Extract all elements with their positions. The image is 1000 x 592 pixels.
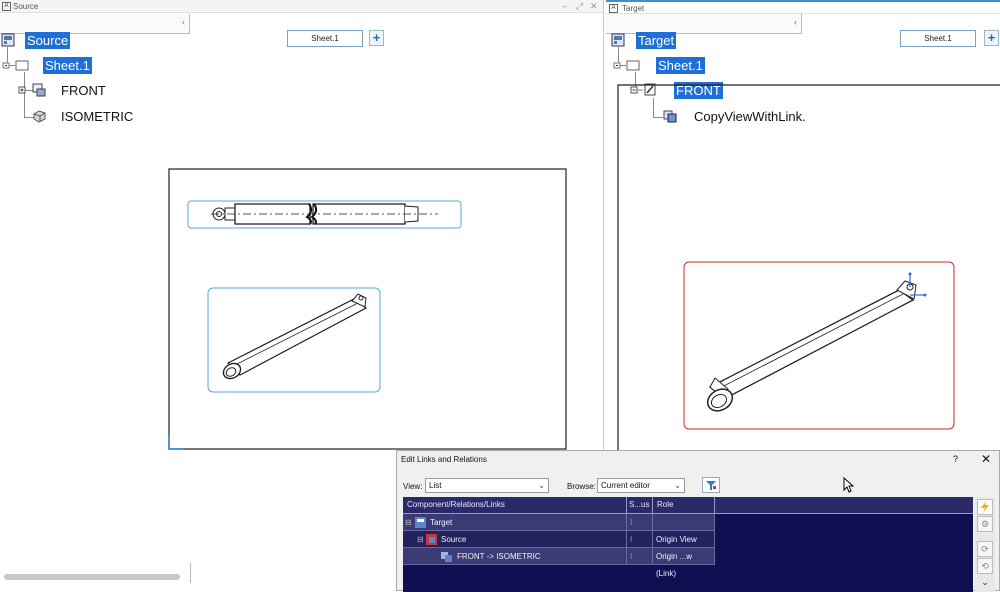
- tree-sheet-label: Sheet.1: [43, 57, 92, 74]
- target-drawing-sheet[interactable]: [616, 84, 1000, 454]
- expand-toggle-icon[interactable]: ⊟: [417, 531, 424, 548]
- source-doc-link-icon: [426, 534, 437, 545]
- view-select[interactable]: List ⌄: [425, 478, 549, 493]
- chevron-down-icon: ⌄: [538, 481, 545, 490]
- drawing-doc-icon: [1, 33, 15, 47]
- status-ok-icon: ⅼ: [630, 535, 633, 544]
- front-view-frame[interactable]: [683, 261, 955, 430]
- add-sheet-button[interactable]: +: [369, 30, 384, 46]
- tree-splitter[interactable]: ‹: [0, 14, 190, 34]
- row-role: [653, 514, 715, 531]
- row-name: Source: [441, 535, 467, 544]
- table-row[interactable]: FRONT -> ISOMETRIC ⅼ Origin ...w (Link): [403, 548, 715, 578]
- table-row[interactable]: ⊟ Source ⅼ Origin View: [403, 531, 715, 548]
- column-header-role[interactable]: Role: [653, 497, 715, 514]
- lock-button[interactable]: ⟲: [977, 558, 993, 574]
- status-ok-icon: ⅼ: [630, 518, 633, 527]
- filter-tool-button[interactable]: [702, 477, 720, 493]
- close-icon[interactable]: ✕: [590, 0, 598, 13]
- view-select-value: List: [429, 481, 442, 490]
- dialog-side-toolbar: ⚙ ⟳ ⟲ ⌄: [975, 497, 995, 592]
- column-header-status[interactable]: S...us: [627, 497, 653, 514]
- column-header-empty: [715, 497, 973, 514]
- collapse-arrow-icon[interactable]: ‹: [794, 17, 797, 27]
- edit-links-dialog: Edit Links and Relations ? ✕ View: List …: [396, 450, 1000, 592]
- lightning-icon: [981, 501, 989, 513]
- browse-select-value: Current editor: [601, 481, 650, 490]
- browse-select[interactable]: Current editor ⌄: [597, 478, 685, 493]
- mouse-cursor-icon: [843, 477, 855, 493]
- restore-icon[interactable]: ⤢: [576, 0, 583, 13]
- isolate-button[interactable]: ⚙: [977, 516, 993, 532]
- column-header-component[interactable]: Component/Relations/Links: [403, 497, 627, 514]
- links-grid[interactable]: Component/Relations/Links S...us Role ⊟ …: [403, 497, 973, 592]
- view-link-icon: [441, 552, 452, 562]
- tree-splitter[interactable]: ‹: [606, 14, 802, 34]
- horizontal-scrollbar[interactable]: [4, 574, 180, 580]
- target-titlebar: A Target: [606, 0, 1000, 14]
- row-role: Origin View: [653, 531, 715, 548]
- tree-root-label: Target: [636, 32, 677, 49]
- drawing-sheet[interactable]: [168, 167, 570, 452]
- filter-icon: [706, 481, 716, 490]
- chevron-down-icon[interactable]: ⌄: [977, 575, 993, 591]
- help-button[interactable]: ?: [953, 454, 958, 464]
- sheet-tab[interactable]: Sheet.1: [287, 30, 363, 47]
- row-role: Origin ...w (Link): [653, 548, 715, 578]
- dialog-close-button[interactable]: ✕: [981, 452, 991, 466]
- collapse-arrow-icon[interactable]: ‹: [182, 17, 185, 27]
- source-window-title: Source: [13, 2, 39, 11]
- status-ok-icon: ⅼ: [630, 552, 633, 561]
- minimize-icon[interactable]: ‒: [562, 0, 567, 13]
- tree-root-label: Source: [25, 32, 71, 49]
- row-name: Target: [430, 518, 453, 527]
- add-sheet-button[interactable]: +: [984, 30, 999, 46]
- drawing-doc-icon: [611, 33, 625, 47]
- table-row[interactable]: ⊟ Target ⅼ: [403, 514, 715, 531]
- isometric-view-icon: [33, 110, 46, 123]
- front-view-icon: [18, 83, 46, 97]
- sync-button[interactable]: ⟳: [977, 541, 993, 557]
- sheet-icon: [2, 60, 29, 71]
- source-titlebar: A Source ‒ ⤢ ✕: [0, 0, 603, 13]
- chevron-down-icon: ⌄: [674, 481, 681, 490]
- tree-view-isometric-label: ISOMETRIC: [61, 109, 134, 124]
- tree-view-front-label: FRONT: [61, 83, 106, 98]
- view-label: View:: [403, 482, 423, 491]
- app-icon: A: [609, 4, 618, 13]
- tree-sheet-label: Sheet.1: [656, 57, 705, 74]
- dialog-title: Edit Links and Relations: [401, 455, 487, 464]
- sheet-tab[interactable]: Sheet.1: [900, 30, 976, 47]
- browse-label: Browse:: [567, 482, 596, 491]
- replace-link-button[interactable]: [977, 499, 993, 515]
- target-doc-icon: [415, 517, 426, 528]
- app-icon: A: [2, 2, 11, 11]
- expand-toggle-icon[interactable]: ⊟: [405, 514, 412, 531]
- sheet-icon: [613, 60, 640, 71]
- row-name: FRONT -> ISOMETRIC: [457, 552, 541, 561]
